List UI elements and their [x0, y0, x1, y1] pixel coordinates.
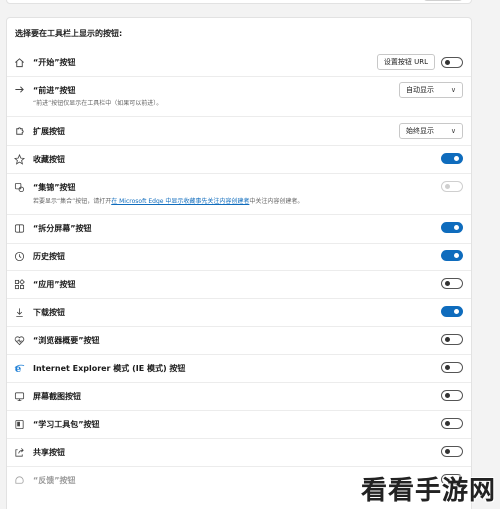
feedback-button-label: “反馈”按钮 [33, 476, 76, 485]
toolbar-buttons-card: 选择要在工具栏上显示的按钮: “开始”按钮 设置按钮 URL “前进”按钮 “前… [6, 17, 472, 509]
feedback-icon [13, 474, 25, 486]
divider [7, 410, 471, 411]
home-icon [13, 56, 25, 68]
ie-mode-button-toggle[interactable] [441, 362, 463, 373]
learning-toolkit-button-label: “学习工具包”按钮 [33, 420, 100, 429]
split-screen-button-label: “拆分屏幕”按钮 [33, 224, 92, 233]
forward-arrow-icon [13, 83, 25, 95]
row-history-button: 历史按钮 [7, 247, 471, 267]
collections-icon [13, 181, 25, 193]
divider [7, 173, 471, 174]
divider [7, 243, 471, 244]
row-home-button: “开始”按钮 设置按钮 URL [7, 52, 471, 72]
watermark-logo: 看看手游网 [360, 476, 496, 506]
home-button-label: “开始”按钮 [33, 58, 76, 67]
divider [7, 270, 471, 271]
row-split-screen-button: “拆分屏幕”按钮 [7, 219, 471, 239]
previous-card-button[interactable] [423, 0, 463, 1]
forward-button-description: “前进”按钮仅显示在工具栏中（如果可以前进）。 [33, 100, 163, 107]
divider [7, 382, 471, 383]
collections-settings-link[interactable]: 在 Microsoft Edge 中显示收藏事先关注内容创建者 [111, 198, 249, 205]
share-button-toggle[interactable] [441, 446, 463, 457]
divider [7, 116, 471, 117]
row-forward-button: “前进”按钮 “前进”按钮仅显示在工具栏中（如果可以前进）。 自动显示 ∨ [7, 80, 471, 110]
extensions-select-value: 始终显示 [406, 127, 434, 135]
favorites-star-icon [13, 153, 25, 165]
screenshot-icon [13, 390, 25, 402]
favorites-button-label: 收藏按钮 [33, 155, 65, 164]
divider [7, 354, 471, 355]
chevron-down-icon: ∨ [450, 86, 456, 94]
history-button-toggle[interactable] [441, 250, 463, 261]
row-browser-essentials-button: “浏览器概要”按钮 [7, 331, 471, 351]
row-downloads-button: 下载按钮 [7, 303, 471, 323]
ie-mode-button-label: Internet Explorer 模式 (IE 模式) 按钮 [33, 364, 186, 373]
row-apps-button: “应用”按钮 [7, 275, 471, 295]
split-screen-icon [13, 222, 25, 234]
share-button-label: 共享按钮 [33, 448, 65, 457]
divider [7, 145, 471, 146]
share-icon [13, 446, 25, 458]
history-button-label: 历史按钮 [33, 252, 65, 261]
divider [7, 214, 471, 215]
divider [7, 326, 471, 327]
row-collections-button: “集锦”按钮 若要显示“集合”按钮，请打开在 Microsoft Edge 中显… [7, 178, 471, 208]
collections-button-toggle[interactable] [441, 181, 463, 192]
collections-button-label: “集锦”按钮 [33, 183, 76, 192]
screenshot-button-label: 屏幕截图按钮 [33, 392, 81, 401]
row-extensions-button: 扩展按钮 始终显示 ∨ [7, 122, 471, 142]
row-share-button: 共享按钮 [7, 443, 471, 463]
divider [7, 466, 471, 467]
section-title: 选择要在工具栏上显示的按钮: [15, 29, 123, 38]
forward-select-value: 自动显示 [406, 86, 434, 94]
apps-button-toggle[interactable] [441, 278, 463, 289]
home-button-toggle[interactable] [441, 57, 463, 68]
puzzle-icon [13, 125, 25, 137]
row-ie-mode-button: e Internet Explorer 模式 (IE 模式) 按钮 [7, 359, 471, 379]
row-learning-toolkit-button: “学习工具包”按钮 [7, 415, 471, 435]
collections-desc-prefix: 若要显示“集合”按钮，请打开 [33, 198, 112, 205]
browser-essentials-icon [13, 334, 25, 346]
downloads-button-label: 下载按钮 [33, 308, 65, 317]
learning-toolkit-button-toggle[interactable] [441, 418, 463, 429]
learning-toolkit-icon [13, 418, 25, 430]
previous-settings-card [6, 0, 472, 4]
set-button-url-button[interactable]: 设置按钮 URL [376, 54, 435, 70]
collections-desc-suffix: 中关注内容创建者。 [249, 198, 304, 205]
downloads-button-toggle[interactable] [441, 306, 463, 317]
forward-button-select[interactable]: 自动显示 ∨ [399, 82, 463, 98]
row-screenshot-button: 屏幕截图按钮 [7, 387, 471, 407]
row-favorites-button: 收藏按钮 [7, 150, 471, 168]
internet-explorer-icon: e [13, 362, 25, 374]
favorites-button-toggle[interactable] [441, 153, 463, 164]
screenshot-button-toggle[interactable] [441, 390, 463, 401]
browser-essentials-button-toggle[interactable] [441, 334, 463, 345]
apps-button-label: “应用”按钮 [33, 280, 76, 289]
divider [7, 298, 471, 299]
split-screen-button-toggle[interactable] [441, 222, 463, 233]
divider [7, 438, 471, 439]
browser-essentials-button-label: “浏览器概要”按钮 [33, 336, 100, 345]
history-icon [13, 250, 25, 262]
chevron-down-icon: ∨ [450, 127, 456, 135]
download-icon [13, 306, 25, 318]
extensions-button-select[interactable]: 始终显示 ∨ [399, 123, 463, 139]
apps-icon [13, 278, 25, 290]
divider [7, 76, 471, 77]
extensions-button-label: 扩展按钮 [33, 127, 65, 136]
collections-button-description: 若要显示“集合”按钮，请打开在 Microsoft Edge 中显示收藏事先关注… [33, 196, 303, 205]
forward-button-label: “前进”按钮 [33, 86, 76, 95]
